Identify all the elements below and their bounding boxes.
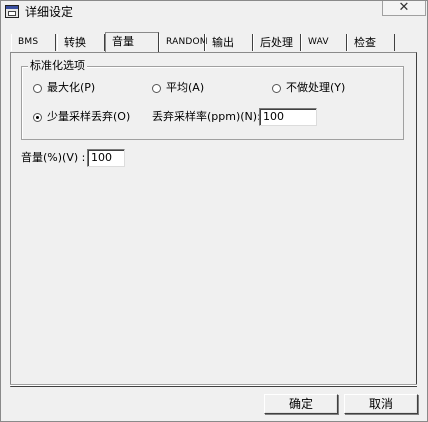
tab-output[interactable]: 输出 <box>205 34 253 51</box>
radio-average[interactable]: 平均(A) <box>152 80 204 96</box>
volume-input[interactable]: 100 <box>87 149 125 167</box>
close-icon[interactable]: ✕ <box>399 0 410 15</box>
tab-strip: BMS 转换 音量 RANDOM 输出 后处理 WAV 检查 <box>11 32 416 52</box>
close-button[interactable]: ✕ <box>382 1 426 16</box>
discard-rate-input[interactable]: 100 <box>259 108 317 126</box>
radio-no-processing-indicator[interactable] <box>272 83 281 93</box>
radio-sample-discard[interactable]: 少量采样丢弃(O) <box>33 109 130 125</box>
window-title: 详细设定 <box>25 5 74 19</box>
tab-bms[interactable]: BMS <box>11 34 56 51</box>
radio-maximize-label[interactable]: 最大化(P) <box>47 80 95 96</box>
title-bar: 详细设定 ✕ <box>1 1 427 25</box>
radio-maximize[interactable]: 最大化(P) <box>33 80 95 96</box>
tab-postprocess[interactable]: 后处理 <box>253 34 301 51</box>
radio-average-label[interactable]: 平均(A) <box>166 80 204 96</box>
ok-button[interactable]: 确定 <box>264 394 338 414</box>
normalize-options-label: 标准化选项 <box>28 59 87 73</box>
radio-no-processing[interactable]: 不做处理(Y) <box>272 80 345 96</box>
radio-sample-discard-indicator[interactable] <box>33 112 42 122</box>
normalize-options-group: 标准化选项 最大化(P) 平均(A) 不做处理(Y) 少量采样丢弃(O) 丢弃采… <box>21 59 404 140</box>
app-icon <box>5 5 19 18</box>
tab-convert[interactable]: 转换 <box>57 34 105 51</box>
tab-panel-volume: 标准化选项 最大化(P) 平均(A) 不做处理(Y) 少量采样丢弃(O) 丢弃采… <box>10 52 417 387</box>
tab-check[interactable]: 检查 <box>347 34 395 51</box>
radio-average-indicator[interactable] <box>152 83 161 93</box>
radio-no-processing-label[interactable]: 不做处理(Y) <box>286 80 345 96</box>
tab-wav[interactable]: WAV <box>301 34 347 51</box>
tab-random[interactable]: RANDOM <box>159 34 208 51</box>
volume-label: 音量(%)(V) : <box>21 151 86 164</box>
discard-rate-label: 丢弃采样率(ppm)(N): <box>152 110 261 123</box>
bottom-separator <box>10 384 417 386</box>
dialog-window: 详细设定 ✕ BMS 转换 音量 RANDOM 输出 后处理 WAV 检查 标准… <box>0 0 428 422</box>
tab-volume[interactable]: 音量 <box>105 32 159 52</box>
radio-maximize-indicator[interactable] <box>33 83 42 93</box>
radio-sample-discard-label[interactable]: 少量采样丢弃(O) <box>47 109 130 125</box>
cancel-button[interactable]: 取消 <box>344 394 418 414</box>
